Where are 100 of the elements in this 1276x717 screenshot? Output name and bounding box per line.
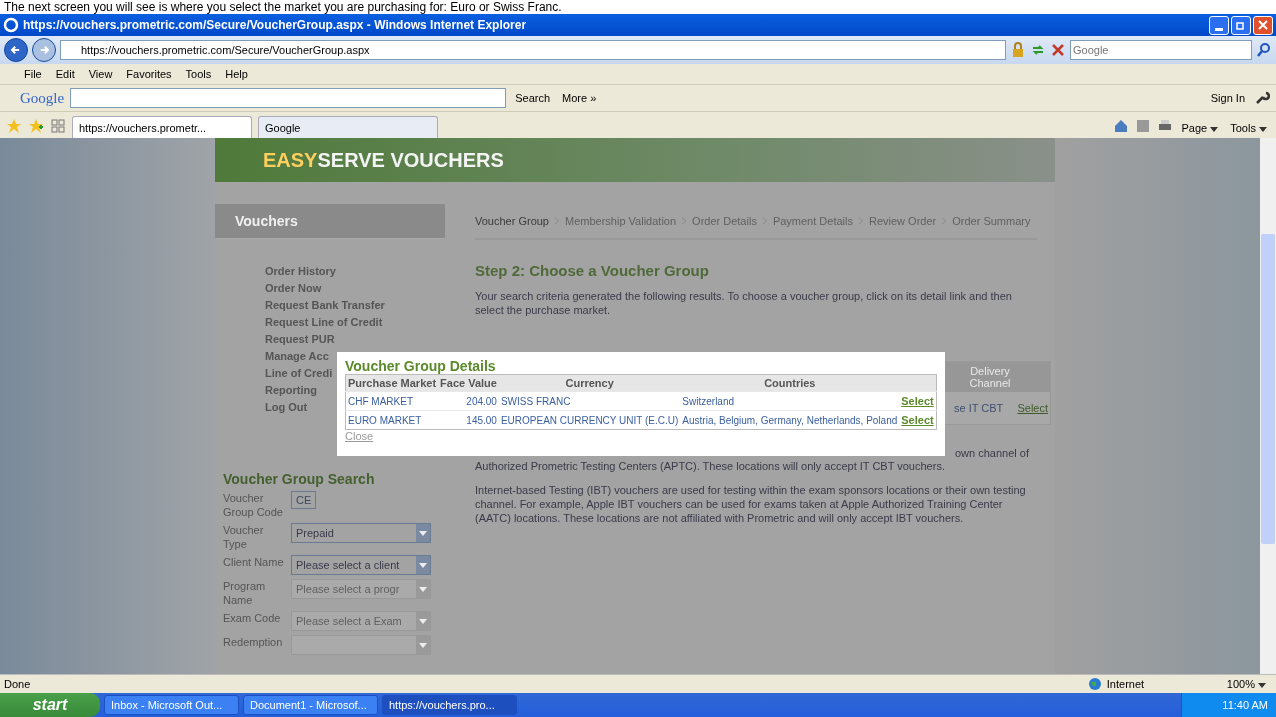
breadcrumb-link[interactable]: Payment Details	[772, 215, 853, 227]
wrench-icon[interactable]	[1254, 90, 1270, 106]
field-label: Redemption	[223, 635, 284, 649]
table-cell: EURO MARKET	[345, 410, 439, 430]
dropdown-arrow-icon	[419, 586, 427, 592]
breadcrumb-link[interactable]: Review Order	[868, 215, 937, 227]
status-text: Done	[4, 678, 31, 690]
paragraph-text: Authorized Prometric Testing Centers (APTC). These locations will only accept IT CBT vouchers.	[475, 459, 946, 473]
back-button[interactable]	[4, 38, 28, 62]
dropdown-arrow-icon	[419, 618, 427, 624]
menu-item[interactable]: Tools	[185, 68, 212, 80]
table-cell: SWISS FRANC	[498, 391, 681, 411]
select-link[interactable]: Select	[1017, 402, 1048, 414]
address-field[interactable]: https://vouchers.prometric.com/Secure/VoucherGroup.aspx	[60, 40, 1006, 60]
select-link[interactable]: Select	[901, 395, 934, 407]
favorites-star-icon[interactable]	[6, 118, 22, 134]
zone-text: Internet	[1106, 678, 1146, 690]
sidebar-link[interactable]: Request Line of Credit	[265, 316, 445, 328]
dropdown-field[interactable]: Please select a client	[291, 555, 431, 575]
field-label: Client Name	[223, 555, 285, 569]
table-cell: CHF MARKET	[345, 391, 439, 411]
menu-item[interactable]: Help	[225, 68, 248, 80]
breadcrumb-link[interactable]: Voucher Group	[475, 215, 549, 227]
column-header: Delivery Channel	[968, 365, 1012, 389]
table-cell-text: se IT CBT	[953, 402, 1004, 414]
column-header: Currency	[498, 374, 681, 392]
browser-icon	[3, 17, 19, 33]
padlock-icon	[1010, 42, 1026, 58]
caption-text: The next screen you will see is where you select the market you are purchasing for: Euro or Swiss Franc.	[0, 0, 1276, 14]
select-link[interactable]: Select	[901, 414, 934, 426]
restore-button[interactable]	[1231, 15, 1251, 35]
sidebar-link[interactable]: Request Bank Transfer	[265, 299, 445, 311]
text-field[interactable]: CE	[291, 491, 317, 509]
field-label: Voucher Type	[223, 523, 265, 551]
quick-tabs-icon[interactable]	[50, 118, 66, 134]
column-header: Purchase Market	[345, 374, 439, 392]
menu-item[interactable]: Edit	[55, 68, 75, 80]
table-cell: Austria, Belgium, Germany, Netherlands, Poland	[680, 410, 900, 430]
more-button[interactable]: More »	[559, 92, 600, 104]
search-icon[interactable]	[1256, 42, 1272, 58]
paragraph-text: Internet-based Testing (IBT) vouchers are used for testing within the exam sponsors locations or their own testing channel. For example, Apple IBT vouchers can be used for exams taken at Apple Authorized Training Center (AATC) locations. These locations are not affiliated with Prometric and will only accept IBT vouchers.	[475, 483, 1027, 525]
menu-item[interactable]: Favorites	[126, 68, 172, 80]
browser-tab[interactable]: Google	[258, 116, 438, 138]
window-title: https://vouchers.prometric.com/Secure/VoucherGroup.aspx - Windows Internet Explorer	[23, 18, 527, 32]
scrollbar-thumb[interactable]	[1261, 234, 1275, 544]
menu-item[interactable]: View	[88, 68, 113, 80]
close-link[interactable]: Close	[345, 430, 374, 442]
column-header: Countries	[680, 374, 900, 392]
add-favorite-icon[interactable]	[28, 118, 44, 134]
dropdown-arrow-icon	[419, 562, 427, 568]
sidebar-link[interactable]: Request PUR	[265, 333, 445, 345]
restore-icon	[1236, 20, 1246, 30]
sidebar-link[interactable]: Order Now	[265, 282, 445, 294]
breadcrumb-link[interactable]: Order Summary	[952, 215, 1031, 227]
search-field[interactable]: Google	[1070, 40, 1252, 60]
minimize-button[interactable]	[1209, 15, 1229, 35]
dialog-title: Voucher Group Details	[345, 358, 497, 374]
toolbar-search-field[interactable]	[70, 88, 507, 108]
close-icon	[1258, 20, 1268, 30]
zoom-button[interactable]: 100%	[1220, 677, 1272, 691]
forward-button[interactable]	[32, 38, 56, 62]
sidebar-title: Vouchers	[235, 213, 298, 229]
breadcrumb-link[interactable]: Membership Validation	[565, 215, 677, 227]
intro-text: Your search criteria generated the following results. To choose a voucher group, click on its detail link and then select the purchase market.	[475, 289, 1013, 317]
dropdown-arrow-icon	[1259, 126, 1267, 132]
column-header: Face Value	[438, 374, 499, 392]
search-button[interactable]: Search	[512, 92, 554, 104]
home-icon[interactable]	[1112, 118, 1129, 134]
browser-tab[interactable]: https://vouchers.prometr...	[72, 116, 252, 138]
page-menu-button[interactable]: Page	[1178, 122, 1222, 134]
field-label: Exam Code	[223, 611, 282, 625]
table-cell: EUROPEAN CURRENCY UNIT (E.C.U)	[498, 410, 681, 430]
dropdown-arrow-icon	[419, 530, 427, 536]
field-label: Program Name	[223, 579, 267, 607]
table-cell: Switzerland	[680, 391, 900, 411]
table-cell: 145.00	[438, 410, 499, 430]
google-logo: Google	[20, 89, 65, 107]
sign-in-button[interactable]: Sign In	[1207, 92, 1248, 104]
site-logo: EASYSERVE VOUCHERS	[263, 148, 504, 172]
minimize-icon	[1215, 27, 1223, 31]
taskbar-button[interactable]: https://vouchers.pro...	[382, 695, 517, 715]
scrollbar[interactable]	[1260, 138, 1276, 674]
field-label: Voucher Group Code	[223, 491, 284, 519]
tools-menu-button[interactable]: Tools	[1227, 122, 1270, 134]
dropdown-arrow-icon	[1210, 126, 1219, 132]
clock-text: 11:40 AM	[1222, 699, 1268, 711]
dropdown-arrow-icon	[419, 642, 427, 648]
form-heading: Voucher Group Search	[223, 471, 376, 487]
taskbar-button[interactable]: Document1 - Microsof...	[243, 695, 378, 715]
taskbar-button[interactable]: Inbox - Microsoft Out...	[104, 695, 239, 715]
globe-icon	[1086, 676, 1103, 692]
dropdown-field[interactable]: Prepaid	[291, 523, 431, 543]
menu-item[interactable]: File	[24, 68, 42, 80]
table-cell: 204.00	[438, 391, 499, 411]
breadcrumb-link[interactable]: Order Details	[692, 215, 757, 227]
close-button[interactable]	[1253, 15, 1273, 35]
stop-icon[interactable]	[1050, 42, 1066, 58]
start-button[interactable]: start	[0, 693, 100, 717]
paragraph-fragment: own channel of	[955, 447, 1029, 459]
sidebar-link[interactable]: Order History	[265, 265, 445, 277]
